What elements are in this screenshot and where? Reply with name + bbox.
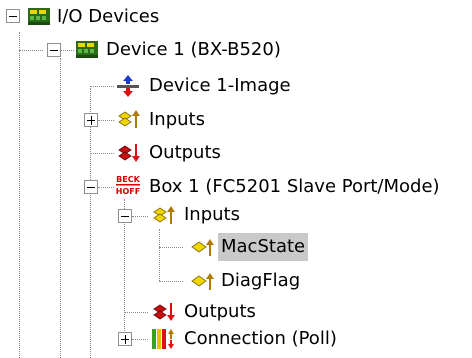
connection-icon xyxy=(150,327,176,351)
tree-node-label[interactable]: Device 1 (BX-B520) xyxy=(103,36,284,64)
tree-node-label[interactable]: DiagFlag xyxy=(218,267,303,295)
tree-node-label[interactable]: Connection (Poll) xyxy=(181,325,340,353)
tree-node-label[interactable]: Outputs xyxy=(181,298,259,326)
io-devices-icon xyxy=(26,4,52,28)
process-image-icon xyxy=(115,74,141,98)
beckhoff-box-icon: BECK HOFF xyxy=(115,173,141,197)
beckhoff-logo-bottom: HOFF xyxy=(116,187,140,196)
collapse-toggle[interactable] xyxy=(84,180,98,194)
tree-line xyxy=(124,312,148,313)
collapse-toggle[interactable] xyxy=(47,43,61,57)
input-variable-icon xyxy=(189,235,215,259)
tree-node-label[interactable]: MacState xyxy=(218,233,309,261)
io-tree[interactable]: I/O Devices Device 1 (BX-B520) Device 1-… xyxy=(0,0,472,358)
tree-node-label[interactable]: Inputs xyxy=(146,106,208,134)
tree-line xyxy=(159,281,183,282)
collapse-toggle[interactable] xyxy=(6,9,20,23)
input-variable-icon xyxy=(189,269,215,293)
tree-line xyxy=(60,50,74,51)
tree-line xyxy=(90,86,114,87)
tree-line xyxy=(132,216,148,217)
tree-line xyxy=(98,120,114,121)
beckhoff-logo-top: BECK xyxy=(116,175,140,184)
tree-line xyxy=(60,58,61,358)
tree-node-label[interactable]: Box 1 (FC5201 Slave Port/Mode) xyxy=(146,173,443,201)
expand-toggle[interactable] xyxy=(118,332,132,346)
tree-line xyxy=(159,247,183,248)
tree-line xyxy=(132,339,148,340)
tree-line xyxy=(19,50,43,51)
tree-line xyxy=(90,88,91,358)
tree-line xyxy=(159,229,160,281)
collapse-toggle[interactable] xyxy=(118,209,132,223)
tree-node-label[interactable]: Device 1-Image xyxy=(146,72,294,100)
outputs-icon xyxy=(115,141,141,165)
outputs-icon xyxy=(150,300,176,324)
inputs-icon xyxy=(150,203,176,227)
expand-toggle[interactable] xyxy=(84,113,98,127)
tree-line xyxy=(19,32,20,358)
tree-line xyxy=(98,187,114,188)
tree-node-label[interactable]: I/O Devices xyxy=(54,3,162,31)
tree-line xyxy=(90,153,114,154)
tree-node-label[interactable]: Inputs xyxy=(181,201,243,229)
inputs-icon xyxy=(115,107,141,131)
device-icon xyxy=(74,37,100,61)
tree-node-label[interactable]: Outputs xyxy=(146,139,224,167)
